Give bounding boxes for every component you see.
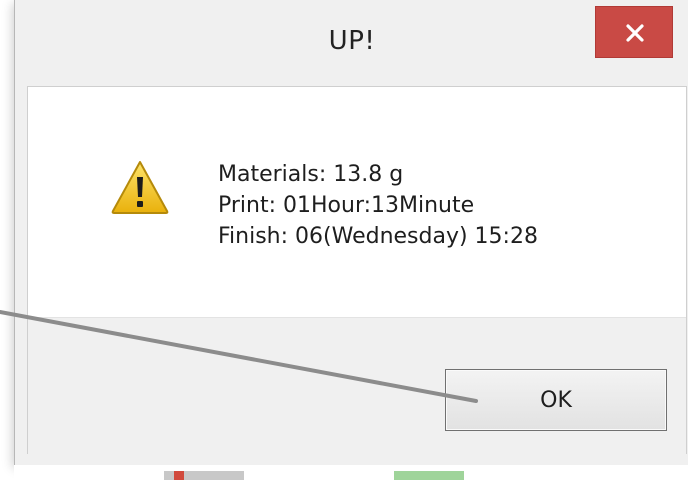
dialog-title: UP!: [328, 26, 376, 56]
materials-line: Materials: 13.8 g: [218, 162, 404, 187]
print-time-line: Print: 01Hour:13Minute: [218, 193, 475, 218]
close-icon: [626, 24, 644, 42]
message-text: Materials: 13.8 g Print: 01Hour:13Minute…: [218, 159, 538, 252]
ok-button[interactable]: OK: [445, 369, 667, 431]
title-bar[interactable]: UP!: [15, 0, 688, 86]
screen: UP! Materials: 13.8 g Print: 01Hour:13Mi…: [0, 0, 688, 480]
message-dialog: UP! Materials: 13.8 g Print: 01Hour:13Mi…: [14, 0, 688, 465]
finish-time-line: Finish: 06(Wednesday) 15:28: [218, 224, 538, 249]
button-area: OK: [28, 317, 686, 455]
message-area: Materials: 13.8 g Print: 01Hour:13Minute…: [28, 87, 686, 317]
dialog-client-area: Materials: 13.8 g Print: 01Hour:13Minute…: [27, 86, 687, 455]
warning-icon: [111, 161, 169, 214]
close-button[interactable]: [595, 6, 673, 58]
background-taskbar-strip: [14, 465, 688, 480]
